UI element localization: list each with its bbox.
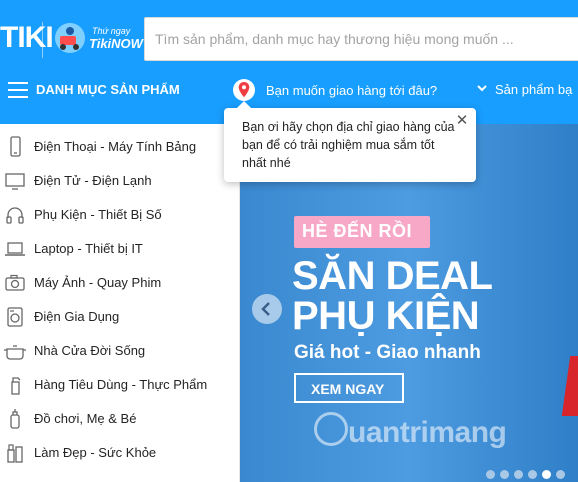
watermark-logo-icon [314,412,348,446]
sidebar-item-laptops[interactable]: Laptop - Thiết bị IT [0,232,240,266]
menu-icon[interactable] [8,82,28,98]
washing-machine-icon [7,307,23,327]
sidebar-item-cameras[interactable]: Máy Ảnh - Quay Phim [0,266,240,300]
view-now-label: XEM NGAY [311,381,385,397]
watermark-text: uantrimang [348,416,507,449]
chevron-down-icon[interactable] [476,82,488,94]
sidebar-item-toys-baby[interactable]: Đồ chơi, Mẹ & Bé [0,402,240,436]
pagination-dot[interactable] [514,470,523,479]
banner-badge-text: HÈ ĐẾN RỒI [302,221,413,241]
sidebar-item-electronics[interactable]: Điện Tử - Điện Lạnh [0,164,240,198]
sidebar-item-label: Nhà Cửa Đời Sống [34,343,146,358]
products-link[interactable]: Sản phẩm bạ [495,82,572,97]
banner-subline: Giá hot - Giao nhanh [294,342,481,363]
tiki-homepage: TIKI Thứ ngay TikiNOW Tìm sản phẩm, danh… [0,0,578,482]
sidebar-item-home-appliances[interactable]: Điện Gia Dụng [0,300,240,334]
sidebar-item-consumer-goods[interactable]: Hàng Tiêu Dùng - Thực Phẩm [0,368,240,402]
phone-icon [10,136,21,157]
location-pin-icon[interactable] [232,78,256,102]
sidebar-item-home-living[interactable]: Nhà Cửa Đời Sống [0,334,240,368]
banner-badge: HÈ ĐẾN RỒI [294,216,430,248]
headphones-icon [6,207,24,224]
laptop-icon [5,242,25,256]
sidebar-item-label: Điện Thoại - Máy Tính Bảng [34,139,197,154]
categories-title[interactable]: DANH MỤC SẢN PHẨM [36,82,180,97]
tiki-logo[interactable]: TIKI [0,21,54,55]
baby-bottle-icon [10,409,20,429]
pagination-dot-active[interactable] [542,470,551,479]
tikinow-delivery-icon[interactable] [52,22,88,54]
sidebar-item-label: Điện Gia Dụng [34,309,120,324]
pagination-dot[interactable] [500,470,509,479]
view-now-button[interactable]: XEM NGAY [294,373,404,403]
tikinow-brand[interactable]: TikiNOW [89,36,143,51]
sidebar-item-label: Làm Đẹp - Sức Khỏe [34,445,157,460]
sidebar-item-beauty-health[interactable]: Làm Đẹp - Sức Khỏe [0,436,240,470]
sidebar-item-label: Laptop - Thiết bị IT [34,241,143,256]
tv-icon [5,173,25,190]
search-placeholder: Tìm sản phẩm, danh mục hay thương hiệu m… [155,31,514,47]
pagination-dot[interactable] [486,470,495,479]
spray-bottle-icon [11,377,21,395]
pagination-dot[interactable] [528,470,537,479]
banner-headline-1: SĂN DEAL [292,254,493,298]
sidebar-item-label: Máy Ảnh - Quay Phim [34,275,162,290]
pot-icon [4,345,26,360]
category-sidebar: Điện Thoại - Máy Tính Bảng Điện Tử - Điệ… [0,124,240,482]
search-input[interactable]: Tìm sản phẩm, danh mục hay thương hiệu m… [144,17,578,61]
sidebar-item-label: Điện Tử - Điện Lạnh [34,173,152,188]
banner-prev-button[interactable] [252,294,282,324]
delivery-location-link[interactable]: Bạn muốn giao hàng tới đâu? [266,83,437,98]
tooltip-arrow [236,101,252,109]
sidebar-item-label: Phụ Kiện - Thiết Bị Số [34,207,162,222]
cosmetics-icon [7,444,23,463]
pagination-dot[interactable] [556,470,565,479]
sidebar-item-accessories[interactable]: Phụ Kiện - Thiết Bị Số [0,198,240,232]
sidebar-item-phones[interactable]: Điện Thoại - Máy Tính Bảng [0,130,240,164]
sidebar-item-label: Đồ chơi, Mẹ & Bé [34,411,137,426]
tooltip-message: Bạn ơi hãy chọn địa chỉ giao hàng của bạ… [242,120,455,170]
sidebar-item-label: Hàng Tiêu Dùng - Thực Phẩm [34,377,208,392]
camera-icon [5,274,25,291]
banner-headline-2: PHỤ KIỆN [292,294,480,338]
close-icon[interactable]: ✕ [455,113,469,128]
tikinow-tagline: Thứ ngay [92,26,131,36]
chevron-left-icon [261,302,270,316]
logo-divider [42,22,43,58]
